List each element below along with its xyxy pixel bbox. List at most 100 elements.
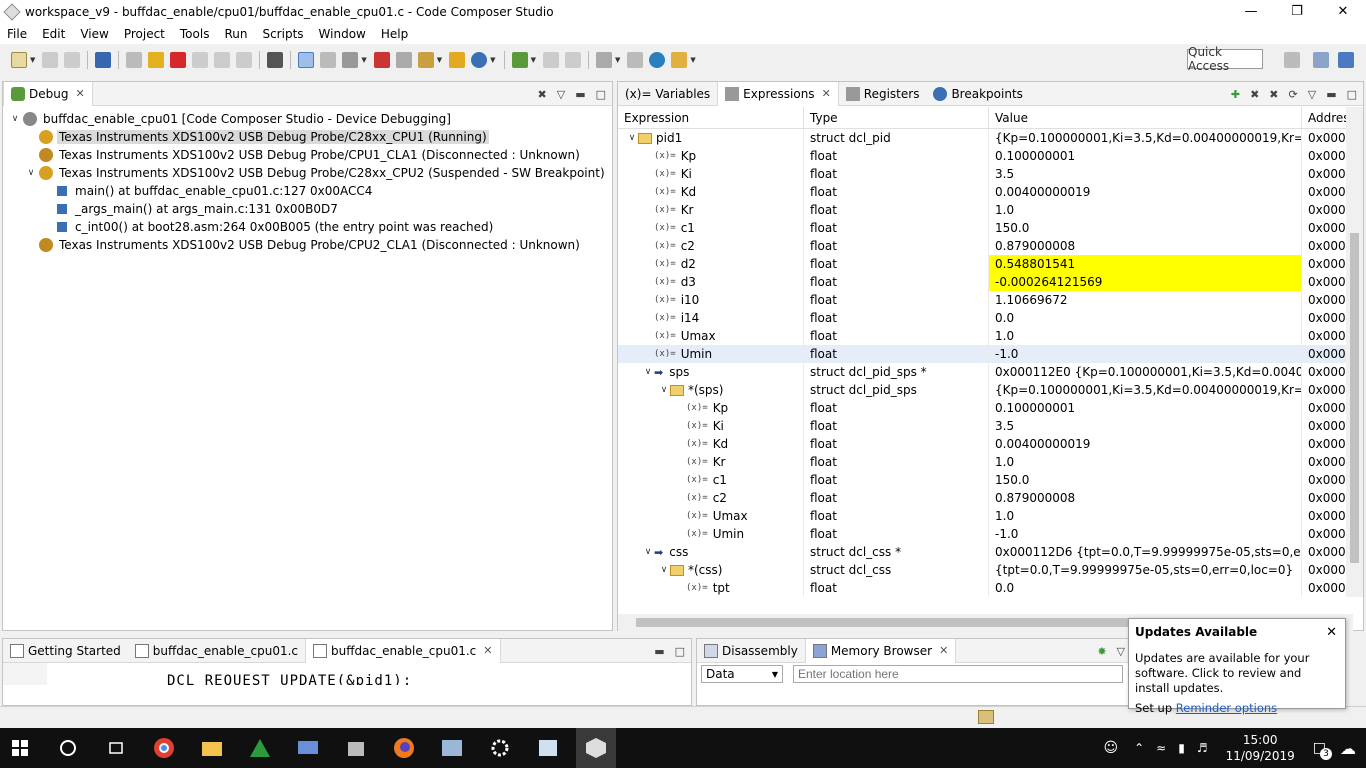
new-icon[interactable] <box>11 52 27 68</box>
menu-view[interactable]: View <box>73 27 116 41</box>
menu-project[interactable]: Project <box>117 27 173 41</box>
table-row[interactable]: (x)= c2 float 0.879000008 0x0001 <box>618 489 1353 507</box>
bug-dropdown-icon[interactable]: ▼ <box>531 56 536 64</box>
expression-value[interactable]: 0.00400000019 <box>989 183 1302 201</box>
suspend-icon[interactable] <box>148 52 165 68</box>
package-icon[interactable] <box>336 728 376 768</box>
code-line[interactable]: DCL_REQUEST_UPDATE(&pid1); <box>167 673 412 685</box>
expression-value[interactable]: 0.879000008 <box>989 237 1302 255</box>
reminder-options-link[interactable]: Reminder options <box>1176 701 1277 715</box>
debug-tree-item[interactable]: c_int00() at boot28.asm:264 0x00B005 (th… <box>3 218 612 236</box>
ccs-edit-perspective-icon[interactable] <box>1313 52 1329 68</box>
menu-file[interactable]: File <box>0 27 35 41</box>
minimize-button[interactable]: — <box>1228 0 1274 23</box>
chevron-down-icon[interactable]: ∨ <box>642 367 654 377</box>
table-row[interactable]: (x)= i14 float 0.0 0x0001 <box>618 309 1353 327</box>
chevron-down-icon[interactable]: ∨ <box>642 547 654 557</box>
people-icon[interactable]: ☺ <box>1103 740 1118 756</box>
console-icon[interactable] <box>627 52 644 68</box>
table-row[interactable]: (x)= tpt float 0.0 0x0001 <box>618 579 1353 597</box>
table-row[interactable]: (x)= Ki float 3.5 0x0001 <box>618 165 1353 183</box>
settings-gear-icon[interactable] <box>480 728 520 768</box>
status-folder-icon[interactable] <box>978 710 994 724</box>
action-center-icon[interactable]: □ 3 <box>1313 740 1332 760</box>
code-composer-icon[interactable] <box>576 728 616 768</box>
wifi-icon[interactable]: ≈ <box>1156 741 1166 755</box>
debug-tree-item[interactable]: Texas Instruments XDS100v2 USB Debug Pro… <box>3 128 612 146</box>
notification-message[interactable]: Updates are available for your software.… <box>1135 651 1339 696</box>
app-green-icon[interactable] <box>240 728 280 768</box>
maximize-view-icon[interactable]: □ <box>675 645 685 658</box>
close-icon[interactable]: ✕ <box>822 87 831 100</box>
table-row[interactable]: (x)= Kr float 1.0 0x0001 <box>618 201 1353 219</box>
expression-value[interactable]: 0.0 <box>989 579 1302 597</box>
expression-value[interactable]: -1.0 <box>989 525 1302 543</box>
expression-value[interactable]: 0.100000001 <box>989 147 1302 165</box>
expression-value[interactable]: {Kp=0.100000001,Ki=3.5,Kd=0.00400000019,… <box>989 129 1302 147</box>
hammer-icon[interactable] <box>595 52 612 68</box>
table-row[interactable]: ∨ pid1 struct dcl_pid {Kp=0.100000001,Ki=3.… <box>618 129 1353 147</box>
debug-tree-item[interactable]: _args_main() at args_main.c:131 0x00B0D7 <box>3 200 612 218</box>
clock[interactable]: 15:00 11/09/2019 <box>1226 732 1295 764</box>
expression-value[interactable]: 1.0 <box>989 453 1302 471</box>
expression-value[interactable]: 0.879000008 <box>989 489 1302 507</box>
file-explorer-icon[interactable] <box>192 728 232 768</box>
expression-value[interactable]: -0.000264121569 <box>989 273 1302 291</box>
minimize-view-icon[interactable]: ▬ <box>575 88 585 101</box>
expression-value[interactable]: 1.0 <box>989 201 1302 219</box>
expression-value[interactable]: 1.10669672 <box>989 291 1302 309</box>
debug-tree-item[interactable]: Texas Instruments XDS100v2 USB Debug Pro… <box>3 236 612 254</box>
step-over-icon[interactable] <box>214 52 231 68</box>
battery-icon[interactable]: ▮ <box>1178 741 1185 755</box>
table-row[interactable]: (x)= Umin float -1.0 0x0001 <box>618 345 1353 363</box>
expression-value[interactable]: 0x000112D6 {tpt=0.0,T=9.99999975e-05,sts… <box>989 543 1302 561</box>
run-to-icon[interactable] <box>471 52 488 68</box>
close-icon[interactable]: ✕ <box>483 644 492 657</box>
column-expression[interactable]: Expression <box>618 107 804 128</box>
menu-window[interactable]: Window <box>312 27 374 41</box>
ccs-debug-perspective-icon[interactable] <box>1338 52 1354 68</box>
menu-run[interactable]: Run <box>217 27 255 41</box>
table-row[interactable]: ∨ *(sps) struct dcl_pid_sps {Kp=0.100000001… <box>618 381 1353 399</box>
chevron-down-icon[interactable]: ∨ <box>626 133 638 143</box>
volume-icon[interactable]: ♬ <box>1197 741 1208 755</box>
menu-help[interactable]: Help <box>374 27 416 41</box>
remote-desktop-icon[interactable] <box>288 728 328 768</box>
search-circle-icon[interactable] <box>48 728 88 768</box>
memory-location-input[interactable] <box>793 665 1123 683</box>
remove-terminated-icon[interactable]: ✖ <box>538 88 547 101</box>
close-icon[interactable]: ✕ <box>939 644 948 657</box>
table-row[interactable]: (x)= Umin float -1.0 0x0001 <box>618 525 1353 543</box>
table-row[interactable]: (x)= Kd float 0.00400000019 0x0001 <box>618 435 1353 453</box>
tab-source-file-2[interactable]: buffdac_enable_cpu01.c ✕ <box>305 638 501 663</box>
open-perspective-icon[interactable] <box>1284 52 1300 68</box>
chevron-up-icon[interactable]: ⌃ <box>1134 741 1144 755</box>
expression-value[interactable]: {tpt=0.0,T=9.99999975e-05,sts=0,err=0,lo… <box>989 561 1302 579</box>
tab-source-file-1[interactable]: buffdac_enable_cpu01.c <box>128 639 305 663</box>
remove-expression-icon[interactable]: ✖ <box>1250 88 1259 101</box>
save-all-icon[interactable] <box>64 52 81 68</box>
table-row[interactable]: (x)= Umax float 1.0 0x0001 <box>618 507 1353 525</box>
debug-tree-item[interactable]: ∨ Texas Instruments XDS100v2 USB Debug Pr… <box>3 164 612 182</box>
breakpoint-remove-icon[interactable] <box>373 52 390 68</box>
table-row[interactable]: (x)= Kp float 0.100000001 0x0001 <box>618 399 1353 417</box>
run-dropdown-icon[interactable]: ▼ <box>490 56 495 64</box>
table-row[interactable]: (x)= c2 float 0.879000008 0x0001 <box>618 237 1353 255</box>
asm-step-into-icon[interactable] <box>542 52 559 68</box>
memory-new-icon[interactable]: ✸ <box>1097 645 1106 658</box>
table-row[interactable]: (x)= c1 float 150.0 0x0001 <box>618 471 1353 489</box>
tab-disassembly[interactable]: Disassembly <box>697 639 805 663</box>
firefox-icon[interactable] <box>384 728 424 768</box>
minimize-view-icon[interactable]: ▬ <box>1326 88 1336 101</box>
expression-value[interactable]: 3.5 <box>989 417 1302 435</box>
load-program-icon[interactable] <box>342 52 359 68</box>
tab-getting-started[interactable]: Getting Started <box>3 639 128 663</box>
tab-breakpoints[interactable]: Breakpoints <box>926 82 1029 106</box>
column-value[interactable]: Value <box>989 107 1302 128</box>
tab-debug[interactable]: Debug ✕ <box>3 81 93 106</box>
save-icon[interactable] <box>42 52 59 68</box>
chrome-icon[interactable] <box>144 728 184 768</box>
windows-start-icon[interactable] <box>0 728 40 768</box>
expression-value[interactable]: 1.0 <box>989 507 1302 525</box>
asm-step-over-icon[interactable] <box>564 52 581 68</box>
